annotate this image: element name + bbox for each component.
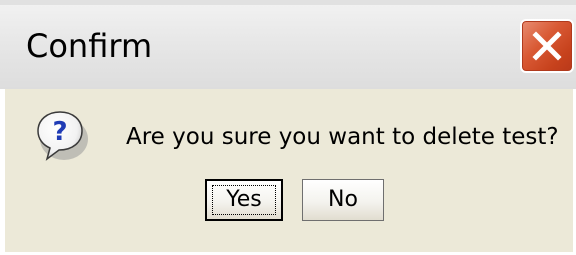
close-button[interactable] — [520, 19, 574, 73]
no-button[interactable]: No — [302, 179, 384, 221]
close-icon — [532, 31, 562, 61]
dialog-message: Are you sure you want to delete test? — [126, 124, 559, 150]
confirm-dialog: Confirm ? Are you sure you want to delet… — [0, 0, 576, 255]
dialog-body: ? Are you sure you want to delete test? … — [0, 89, 576, 255]
focus-ring — [212, 185, 276, 215]
yes-button[interactable]: Yes — [205, 179, 283, 221]
no-button-label: No — [328, 187, 358, 212]
title-bar[interactable]: Confirm — [0, 0, 576, 89]
question-icon: ? — [37, 111, 88, 161]
dialog-title: Confirm — [26, 27, 153, 65]
svg-text:?: ? — [52, 117, 67, 147]
